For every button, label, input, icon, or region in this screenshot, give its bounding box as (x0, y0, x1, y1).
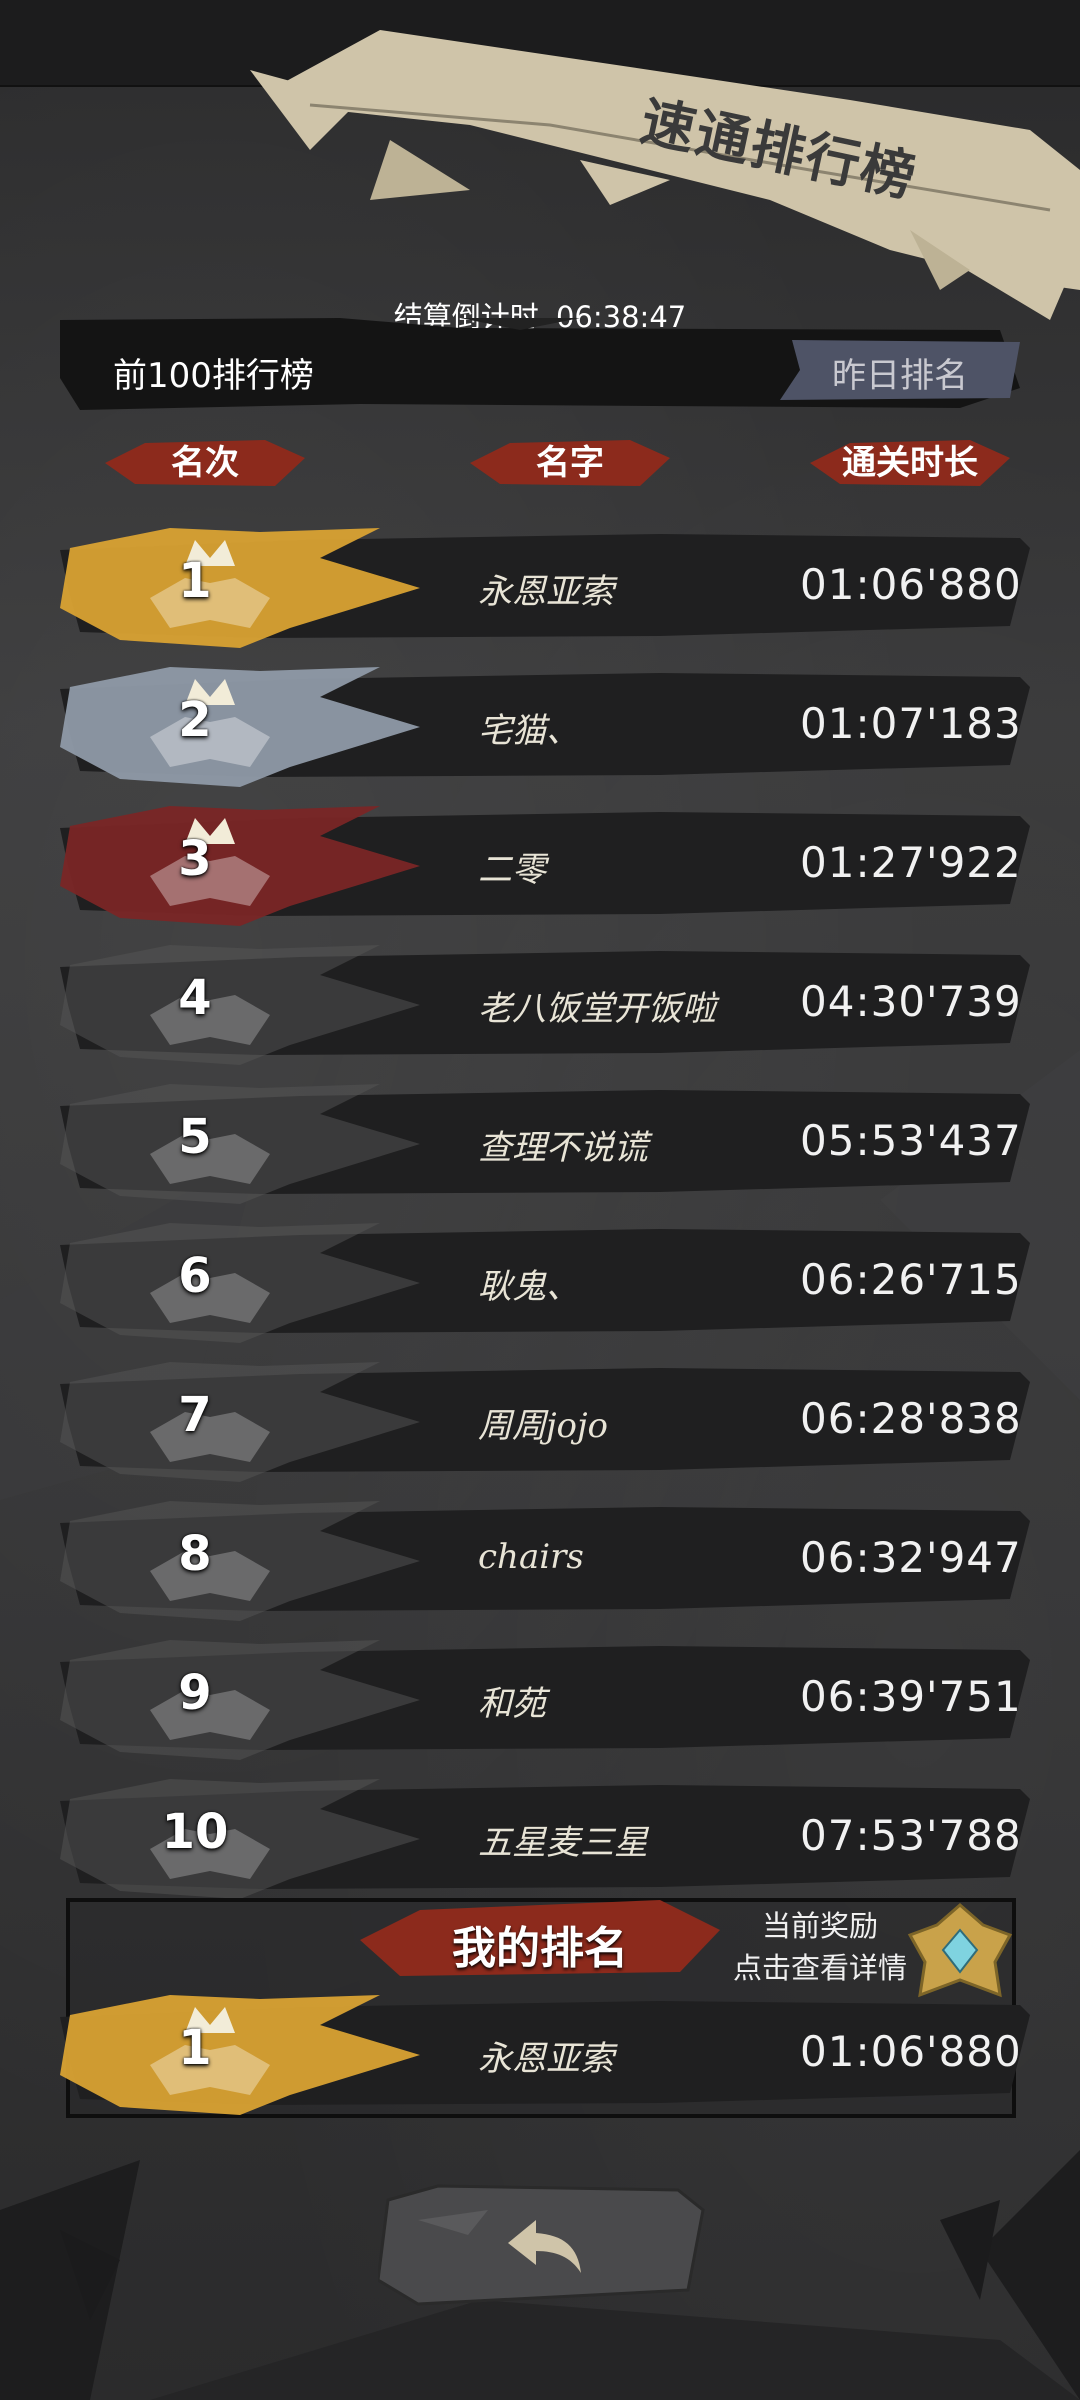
rank-number: 5 (178, 1109, 212, 1165)
player-name: 周周jojo (478, 1406, 609, 1446)
column-header-name-label: 名字 (536, 443, 604, 483)
clear-time: 05:53'437 (800, 1116, 1022, 1165)
column-header-time: 通关时长 (810, 438, 1010, 488)
reward-detail-label: 点击查看详情 (732, 1951, 907, 1985)
yesterday-button-label: 昨日排名 (832, 356, 968, 396)
rank-number: 3 (178, 831, 212, 887)
leaderboard-screen: 速通排行榜 结算倒计时 06:38:47 前100排行榜 昨日排名 名次 名字 … (0, 0, 1080, 2400)
player-name: 二零 (478, 850, 546, 890)
reward-badge-icon[interactable] (905, 1900, 1015, 2010)
yesterday-rank-button[interactable]: 昨日排名 (780, 340, 1020, 400)
leaderboard-row: 5 查理不说谎 05:53'437 (60, 1084, 1030, 1204)
my-rank-entry: 1 永恩亚索 01:06'880 (60, 1995, 1030, 2115)
clear-time: 06:32'947 (800, 1533, 1022, 1582)
player-name: 和苑 (478, 1684, 546, 1724)
reward-link[interactable]: 当前奖励 点击查看详情 (715, 1905, 925, 1989)
top100-title: 前100排行榜 (113, 356, 314, 396)
leaderboard-row: 2 宅猫、 01:07'183 (60, 667, 1030, 787)
reward-label: 当前奖励 (761, 1909, 878, 1943)
leaderboard-row: 1 永恩亚索 01:06'880 (60, 528, 1030, 648)
rank-number: 1 (178, 2020, 212, 2076)
rank-number: 6 (178, 1248, 212, 1304)
rank-number: 9 (178, 1665, 212, 1721)
clear-time: 01:06'880 (800, 560, 1022, 609)
rank-number: 8 (178, 1526, 212, 1582)
player-name: 老八饭堂开饭啦 (478, 989, 716, 1029)
column-header-time-label: 通关时长 (842, 443, 978, 483)
clear-time: 01:27'922 (800, 838, 1022, 887)
leaderboard-row: 8 chairs 06:32'947 (60, 1501, 1030, 1621)
back-arrow-icon (508, 2220, 581, 2273)
player-name: 查理不说谎 (478, 1128, 648, 1168)
back-button[interactable] (376, 2180, 708, 2310)
leaderboard-row: 4 老八饭堂开饭啦 04:30'739 (60, 945, 1030, 1065)
player-name: chairs (478, 1537, 584, 1577)
rank-number: 7 (178, 1387, 212, 1443)
column-header-rank-label: 名次 (171, 443, 239, 483)
clear-time: 06:39'751 (800, 1672, 1022, 1721)
player-name: 永恩亚索 (478, 572, 614, 612)
clear-time: 01:07'183 (800, 699, 1022, 748)
column-header-rank: 名次 (105, 438, 305, 488)
clear-time: 04:30'739 (800, 977, 1022, 1026)
rank-number: 10 (161, 1804, 229, 1860)
player-name: 耿鬼、 (478, 1267, 580, 1307)
rank-number: 4 (178, 970, 212, 1026)
player-name: 永恩亚索 (478, 2039, 614, 2079)
rank-number: 1 (178, 553, 212, 609)
clear-time: 01:06'880 (800, 2027, 1022, 2076)
my-rank-title: 我的排名 (452, 1923, 628, 1974)
leaderboard-row: 9 和苑 06:39'751 (60, 1640, 1030, 1760)
clear-time: 06:28'838 (800, 1394, 1022, 1443)
column-header-name: 名字 (470, 438, 670, 488)
leaderboard-row: 3 二零 01:27'922 (60, 806, 1030, 926)
player-name: 宅猫、 (478, 711, 580, 751)
leaderboard-row: 10 五星麦三星 07:53'788 (60, 1779, 1030, 1899)
leaderboard-row: 7 周周jojo 06:28'838 (60, 1362, 1030, 1482)
leaderboard-row: 6 耿鬼、 06:26'715 (60, 1223, 1030, 1343)
player-name: 五星麦三星 (478, 1823, 648, 1863)
rank-number: 2 (178, 692, 212, 748)
clear-time: 07:53'788 (800, 1811, 1022, 1860)
clear-time: 06:26'715 (800, 1255, 1022, 1304)
